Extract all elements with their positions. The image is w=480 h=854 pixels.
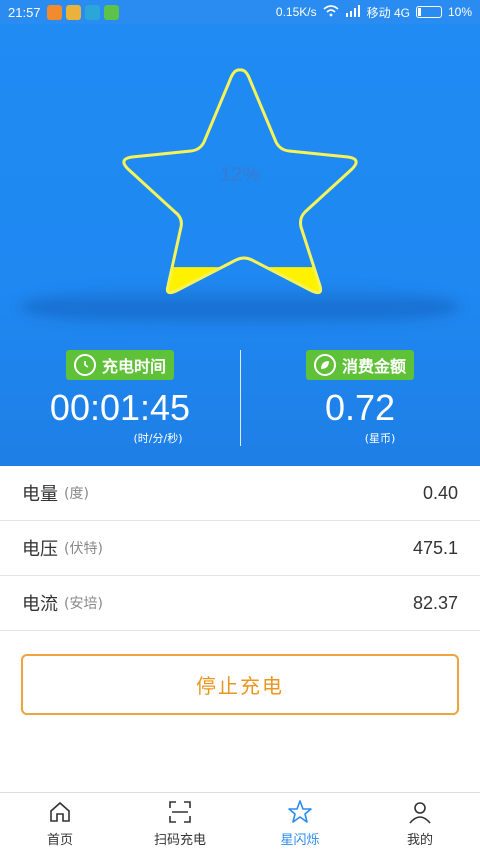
star-fill	[123, 267, 357, 293]
charge-time-unit: (时/分/秒)	[133, 432, 183, 445]
stat-row-energy: 电量 (度) 0.40	[0, 466, 480, 521]
stat-value: 475.1	[412, 537, 458, 558]
star-icon	[288, 800, 312, 823]
stat-row-voltage: 电压 (伏特) 475.1	[0, 521, 480, 576]
cost-label: 消费金额	[341, 357, 406, 376]
carrier-label: 移动 4G	[366, 5, 410, 20]
stat-value: 82.37	[412, 592, 458, 613]
charge-time-value: 00:01:45	[49, 387, 191, 428]
status-time: 21:57	[8, 4, 41, 20]
stat-unit: (伏特)	[64, 541, 103, 557]
charge-time-label: 充电时间	[101, 357, 166, 376]
nav-label: 星闪烁	[280, 833, 320, 848]
scan-icon	[169, 801, 191, 823]
cost-unit: (星币)	[364, 432, 396, 445]
cost-value: 0.72	[324, 387, 396, 428]
stat-label: 电量	[22, 484, 58, 505]
app-notification-icon	[103, 4, 119, 20]
nav-label: 首页	[46, 833, 73, 848]
charge-time-panel: 充电时间 00:01:45 (时/分/秒)	[0, 350, 240, 446]
bottom-nav: 首页 扫码充电 星闪烁 我的	[0, 792, 480, 854]
status-bar: 21:57 0.15K/s 移动 4G 10%	[0, 0, 480, 24]
cost-panel: 消费金额 0.72 (星币)	[240, 350, 480, 446]
nav-item-profile[interactable]: 我的	[360, 793, 480, 854]
stat-unit: (度)	[64, 486, 89, 502]
battery-icon	[415, 6, 442, 18]
leaf-icon	[313, 354, 336, 376]
wifi-icon	[323, 4, 339, 20]
nav-item-scan[interactable]: 扫码充电	[120, 793, 240, 854]
app-notification-icon	[65, 4, 81, 20]
charge-time-badge: 充电时间	[65, 350, 174, 380]
app-notification-icon	[84, 4, 100, 20]
charging-hero: 12% 充电时间 00:01:45 (时/分/秒) 消费金额 0.72 (星币)	[0, 24, 480, 466]
charge-stats-list: 电量 (度) 0.40 电压 (伏特) 475.1 电流 (安培) 82.37	[0, 466, 480, 631]
stat-value: 0.40	[422, 482, 458, 503]
nav-item-home[interactable]: 首页	[0, 793, 120, 854]
network-speed: 0.15K/s	[275, 5, 317, 19]
stop-charging-button[interactable]: 停止充电	[21, 654, 459, 715]
app-notification-icon	[46, 4, 62, 20]
stat-row-current: 电流 (安培) 82.37	[0, 576, 480, 631]
signal-icon	[345, 4, 361, 20]
nav-item-star[interactable]: 星闪烁	[240, 793, 360, 854]
stat-unit: (安培)	[64, 596, 103, 612]
home-icon	[50, 801, 70, 822]
stat-label: 电流	[22, 594, 58, 615]
clock-icon	[73, 354, 96, 376]
cost-badge: 消费金额	[305, 350, 414, 380]
nav-label: 我的	[406, 833, 433, 848]
user-icon	[409, 802, 431, 824]
star-progress: 12%	[0, 24, 480, 324]
stat-label: 电压	[22, 539, 58, 560]
battery-percent: 10%	[447, 5, 472, 19]
charge-percent: 12%	[219, 164, 261, 186]
nav-label: 扫码充电	[153, 833, 206, 848]
